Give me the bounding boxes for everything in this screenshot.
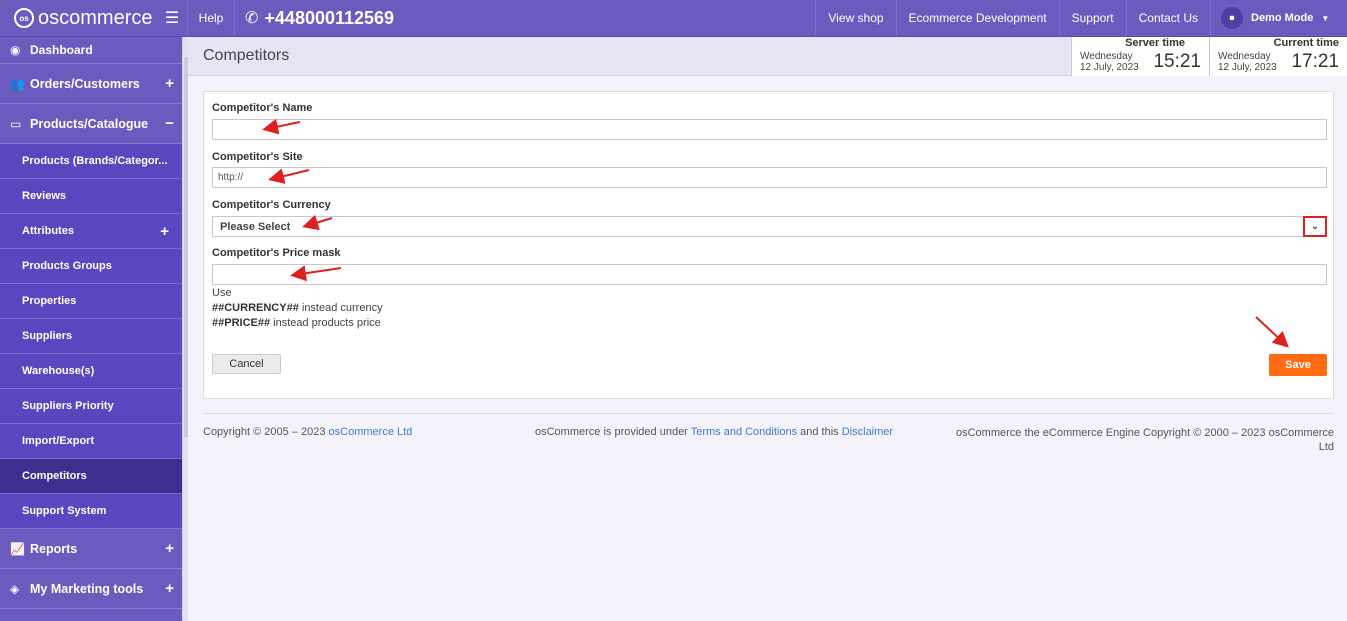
sidebar-subitem-suppliers[interactable]: Suppliers bbox=[0, 319, 182, 354]
chevron-down-icon[interactable]: ⌄ bbox=[1303, 216, 1327, 237]
sidebar-subitem-properties[interactable]: Properties bbox=[0, 284, 182, 319]
contact-us-link[interactable]: Contact Us bbox=[1125, 0, 1210, 36]
footer-divider bbox=[203, 413, 1334, 414]
sidebar-subitem-attributes[interactable]: Attributes + bbox=[0, 214, 182, 249]
page-header: Competitors Server time Wednesday 12 Jul… bbox=[188, 37, 1347, 76]
folder-open-icon: ▭ bbox=[10, 116, 22, 131]
save-button[interactable]: Save bbox=[1269, 354, 1327, 376]
current-time-date: Wednesday 12 July, 2023 bbox=[1218, 51, 1277, 73]
current-clock: 17:21 bbox=[1291, 51, 1339, 72]
server-time-label: Server time bbox=[1125, 37, 1185, 49]
competitor-price-mask-input[interactable] bbox=[212, 264, 1327, 285]
current-day: Wednesday bbox=[1218, 51, 1271, 62]
sidebar-subitem-suppliers-priority[interactable]: Suppliers Priority bbox=[0, 389, 182, 424]
competitor-currency-select[interactable]: Please Select ⌄ bbox=[212, 216, 1327, 237]
price-mask-hint: Use ##CURRENCY## instead currency ##PRIC… bbox=[212, 286, 383, 331]
ecommerce-development-link[interactable]: Ecommerce Development bbox=[895, 0, 1059, 36]
sidebar-item-label: Products/Catalogue bbox=[30, 116, 149, 131]
sidebar-subitem-import-export[interactable]: Import/Export bbox=[0, 424, 182, 459]
sidebar-item-marketing-tools[interactable]: ◈ My Marketing tools + bbox=[0, 569, 182, 609]
server-clock: 15:21 bbox=[1153, 51, 1201, 72]
users-icon: 👥 bbox=[10, 76, 25, 91]
user-icon: ● bbox=[1221, 7, 1243, 29]
help-link[interactable]: Help bbox=[187, 0, 235, 36]
hint-use: Use bbox=[212, 287, 232, 299]
terms-and: and this bbox=[797, 426, 842, 438]
sidebar-item-orders-customers[interactable]: 👥 Orders/Customers + bbox=[0, 64, 182, 104]
copyright-text: Copyright © 2005 – 2023 bbox=[203, 426, 329, 438]
page-title: Competitors bbox=[203, 47, 290, 64]
terms-link[interactable]: Terms and Conditions bbox=[691, 426, 797, 438]
competitor-name-label: Competitor's Name bbox=[212, 102, 313, 114]
disclaimer-link[interactable]: Disclaimer bbox=[842, 426, 893, 438]
sidebar-subitem-products-groups[interactable]: Products Groups bbox=[0, 249, 182, 284]
tag-icon: ◈ bbox=[10, 581, 20, 596]
line-chart-icon: 📈 bbox=[10, 541, 25, 556]
dashboard-icon: ◉ bbox=[10, 43, 21, 57]
sidebar-item-label: Dashboard bbox=[30, 43, 93, 57]
server-day: Wednesday bbox=[1080, 51, 1133, 62]
top-links: View shop Ecommerce Development Support … bbox=[815, 0, 1347, 36]
current-date: 12 July, 2023 bbox=[1218, 62, 1277, 73]
sidebar-item-reports[interactable]: 📈 Reports + bbox=[0, 529, 182, 569]
hamburger-menu-icon[interactable]: ☰ bbox=[157, 0, 187, 36]
sidebar-subitem-warehouses[interactable]: Warehouse(s) bbox=[0, 354, 182, 389]
hint-price-text: instead products price bbox=[270, 317, 381, 329]
sidebar-item-label: Attributes bbox=[22, 225, 74, 237]
phone-text: +448000112569 bbox=[264, 7, 395, 28]
competitor-price-mask-label: Competitor's Price mask bbox=[212, 247, 341, 259]
cancel-button[interactable]: Cancel bbox=[212, 354, 281, 374]
currency-selected-value: Please Select bbox=[220, 220, 291, 233]
current-time: Current time Wednesday 12 July, 2023 17:… bbox=[1209, 37, 1347, 76]
sidebar-subitem-support-system[interactable]: Support System bbox=[0, 494, 182, 529]
hint-currency-code: ##CURRENCY## bbox=[212, 302, 299, 314]
logo[interactable]: os oscommerce bbox=[0, 0, 157, 36]
support-link[interactable]: Support bbox=[1058, 0, 1126, 36]
sidebar-item-label: Reports bbox=[30, 541, 78, 556]
hint-currency-text: instead currency bbox=[298, 302, 383, 314]
collapse-minus-icon: − bbox=[165, 115, 174, 132]
oscommerce-ltd-link[interactable]: osCommerce Ltd bbox=[329, 426, 413, 438]
scrollbar-thumb[interactable] bbox=[184, 57, 188, 437]
server-time-date: Wednesday 12 July, 2023 bbox=[1080, 51, 1139, 73]
footer-engine-copyright: osCommerce the eCommerce Engine Copyrigh… bbox=[955, 427, 1334, 453]
phone-number[interactable]: ✆ +448000112569 bbox=[235, 0, 815, 36]
sidebar-subitem-reviews[interactable]: Reviews bbox=[0, 179, 182, 214]
expand-plus-icon: + bbox=[165, 580, 174, 597]
chevron-down-icon: ▼ bbox=[1321, 13, 1330, 23]
expand-plus-icon: + bbox=[165, 75, 174, 92]
expand-plus-icon: + bbox=[165, 540, 174, 557]
top-bar: os oscommerce ☰ Help ✆ +448000112569 Vie… bbox=[0, 0, 1347, 37]
footer-copyright: Copyright © 2005 – 2023 osCommerce Ltd bbox=[203, 426, 412, 438]
view-shop-link[interactable]: View shop bbox=[815, 0, 895, 36]
sidebar-subitem-competitors[interactable]: Competitors bbox=[0, 459, 182, 494]
sidebar-subitem-products[interactable]: Products (Brands/Categor... bbox=[0, 144, 182, 179]
server-time: Server time Wednesday 12 July, 2023 15:2… bbox=[1071, 37, 1209, 76]
competitor-site-label: Competitor's Site bbox=[212, 151, 303, 163]
logo-icon: os bbox=[14, 8, 34, 28]
sidebar-item-label: Orders/Customers bbox=[30, 76, 140, 91]
phone-icon: ✆ bbox=[245, 10, 259, 27]
competitor-site-input[interactable]: http:// bbox=[212, 167, 1327, 188]
expand-plus-icon: + bbox=[160, 222, 169, 240]
competitor-name-input[interactable] bbox=[212, 119, 1327, 140]
hint-currency: ##CURRENCY## instead currency bbox=[212, 301, 383, 316]
sidebar-item-products-catalogue[interactable]: ▭ Products/Catalogue − bbox=[0, 104, 182, 144]
user-menu[interactable]: ● Demo Mode ▼ bbox=[1210, 0, 1347, 36]
terms-pre: osCommerce is provided under bbox=[535, 426, 691, 438]
competitor-form: Competitor's Name Competitor's Site http… bbox=[203, 91, 1334, 399]
hint-price: ##PRICE## instead products price bbox=[212, 316, 383, 331]
sidebar: ◉ Dashboard 👥 Orders/Customers + ▭ Produ… bbox=[0, 37, 182, 621]
sidebar-item-dashboard[interactable]: ◉ Dashboard bbox=[0, 37, 182, 64]
current-time-label: Current time bbox=[1273, 37, 1339, 49]
hint-price-code: ##PRICE## bbox=[212, 317, 271, 329]
sidebar-item-label: My Marketing tools bbox=[30, 581, 144, 596]
user-name: Demo Mode bbox=[1251, 12, 1314, 24]
logo-text: oscommerce bbox=[38, 6, 153, 29]
server-date: 12 July, 2023 bbox=[1080, 62, 1139, 73]
sidebar-scrollbar[interactable] bbox=[182, 37, 188, 621]
competitor-currency-label: Competitor's Currency bbox=[212, 199, 331, 211]
footer-terms: osCommerce is provided under Terms and C… bbox=[535, 426, 893, 438]
